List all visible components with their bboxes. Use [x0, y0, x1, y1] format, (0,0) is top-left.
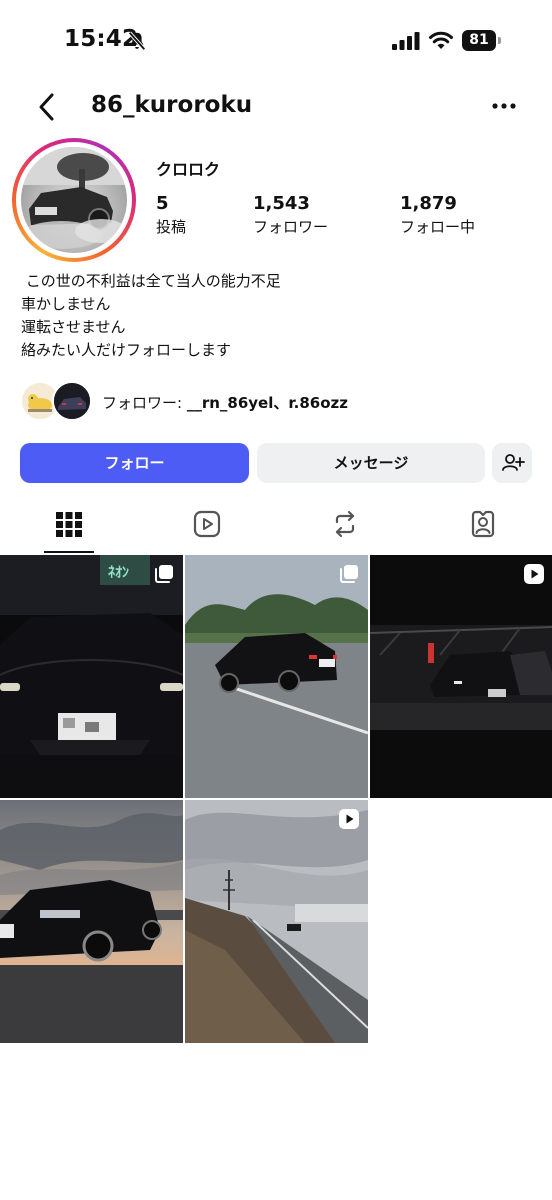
profile-username: 86_kuroroku	[91, 92, 253, 118]
grid-icon[interactable]	[53, 508, 85, 540]
stat-value: 1,879	[400, 193, 457, 214]
reel-icon	[524, 564, 544, 584]
bio-line: 運転させません	[21, 318, 126, 336]
stat-followers[interactable]: 1,543 フォロワー	[253, 193, 328, 237]
stat-label: フォロワー	[253, 218, 329, 236]
post-thumbnail[interactable]	[185, 800, 368, 1043]
tagged-icon[interactable]	[467, 508, 499, 540]
status-bar: 15:42 81	[0, 0, 552, 80]
profile-header: 86_kuroroku	[0, 80, 552, 136]
profile-bio: この世の不利益は全て当人の能力不足 車かしません 運転させません 絡みたい人だけ…	[21, 270, 281, 362]
post-image	[0, 800, 183, 1043]
bio-line: この世の不利益は全て当人の能力不足	[21, 272, 281, 290]
message-button[interactable]: メッセージ	[257, 443, 485, 483]
mutual-followers-text: フォロワー: __rn_86yel、r.86ozz	[102, 392, 348, 413]
more-horizontal-icon[interactable]	[490, 100, 518, 112]
mutual-followers[interactable]: フォロワー: __rn_86yel、r.86ozz	[20, 381, 540, 423]
reposts-icon[interactable]	[329, 508, 361, 540]
svg-text:ﾈｵﾝ: ﾈｵﾝ	[108, 565, 129, 581]
carousel-icon	[340, 565, 358, 583]
mutual-names: __rn_86yel、r.86ozz	[186, 394, 348, 412]
cellular-signal-icon	[392, 32, 420, 50]
bio-line: 車かしません	[21, 295, 111, 313]
stat-label: フォロー中	[400, 218, 476, 236]
battery-level: 81	[462, 30, 496, 51]
stat-following[interactable]: 1,879 フォロー中	[400, 193, 475, 237]
stat-posts: 5 投稿	[156, 193, 186, 237]
reels-icon[interactable]	[191, 508, 223, 540]
post-image	[370, 555, 552, 798]
bio-line: 絡みたい人だけフォローします	[21, 341, 232, 359]
post-thumbnail[interactable]	[0, 800, 183, 1043]
post-image: ﾈｵﾝ	[0, 555, 183, 798]
display-name: クロロク	[156, 160, 221, 179]
mutual-prefix: フォロワー:	[102, 394, 187, 412]
mutual-avatar	[52, 381, 92, 421]
post-image	[185, 800, 368, 1043]
reel-icon	[339, 809, 359, 829]
bell-slash-icon	[128, 31, 146, 51]
post-image	[185, 555, 368, 798]
follow-button[interactable]: フォロー	[20, 443, 249, 483]
post-thumbnail[interactable]	[185, 555, 368, 798]
battery-tip	[498, 37, 501, 44]
story-ring[interactable]	[12, 138, 136, 262]
suggest-user-button[interactable]	[492, 443, 532, 483]
person-add-icon	[502, 454, 525, 471]
profile-tabs	[0, 500, 552, 554]
wifi-icon	[429, 31, 453, 49]
carousel-icon	[155, 565, 173, 583]
stat-value: 5	[156, 193, 169, 214]
chevron-left-icon[interactable]	[36, 92, 60, 122]
post-thumbnail[interactable]: ﾈｵﾝ	[0, 555, 183, 798]
avatar[interactable]	[21, 147, 127, 253]
active-tab-indicator	[44, 551, 94, 553]
battery-icon: 81	[462, 30, 502, 51]
stat-label: 投稿	[156, 218, 187, 236]
stat-value: 1,543	[253, 193, 310, 214]
post-thumbnail[interactable]	[370, 555, 552, 798]
